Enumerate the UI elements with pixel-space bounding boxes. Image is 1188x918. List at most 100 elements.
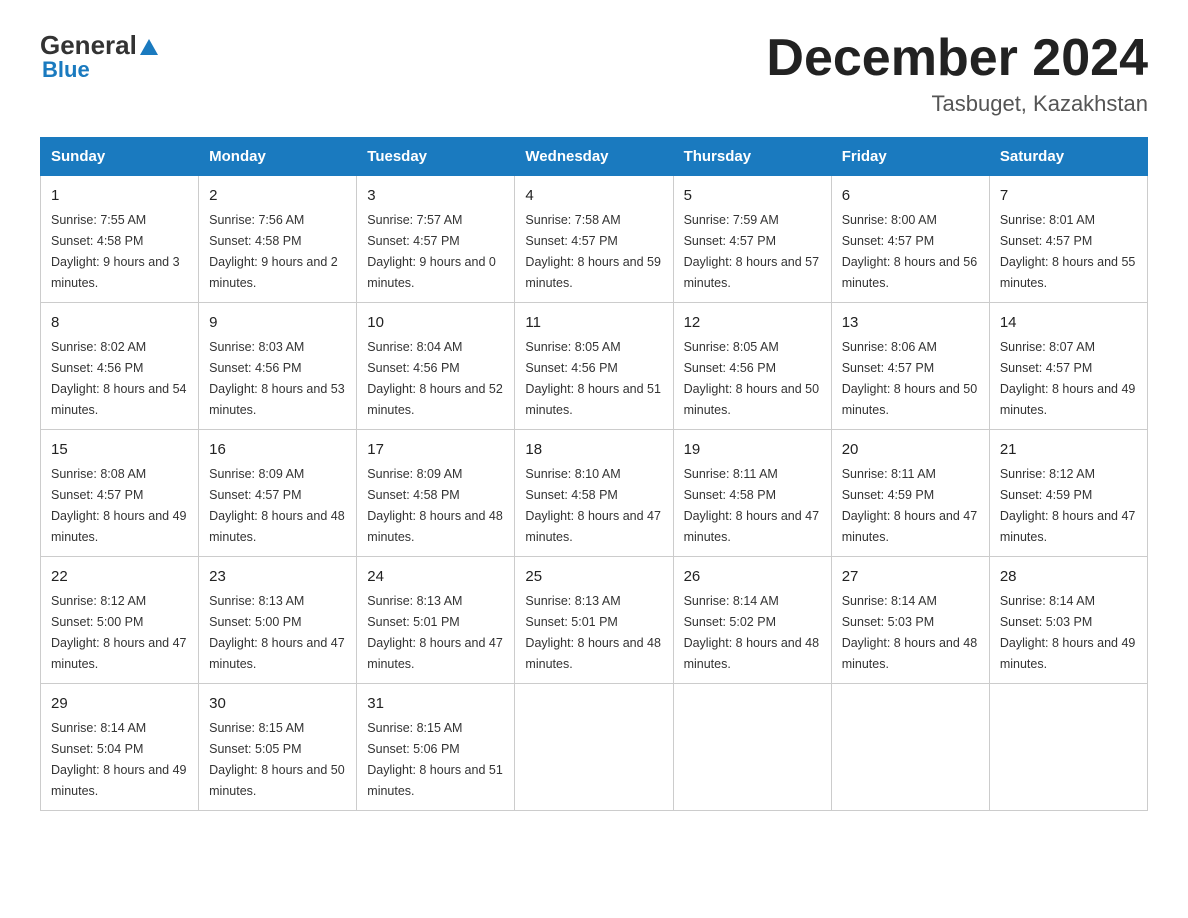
- day-number: 6: [842, 184, 979, 207]
- calendar-cell: 18Sunrise: 8:10 AMSunset: 4:58 PMDayligh…: [515, 430, 673, 557]
- day-info: Sunrise: 8:09 AMSunset: 4:57 PMDaylight:…: [209, 467, 345, 544]
- day-info: Sunrise: 8:11 AMSunset: 4:58 PMDaylight:…: [684, 467, 820, 544]
- day-info: Sunrise: 7:59 AMSunset: 4:57 PMDaylight:…: [684, 213, 820, 290]
- header-friday: Friday: [831, 138, 989, 176]
- calendar-header-row: SundayMondayTuesdayWednesdayThursdayFrid…: [41, 138, 1148, 176]
- calendar-cell: [673, 683, 831, 810]
- calendar-cell: 26 Sunrise: 8:14 AMSunset: 5:02 PMDayligh…: [673, 557, 831, 684]
- day-info: Sunrise: 7:57 AMSunset: 4:57 PMDaylight:…: [367, 213, 496, 290]
- logo: General Blue: [40, 30, 158, 83]
- week-row-5: 29 Sunrise: 8:14 AMSunset: 5:04 PMDayligh…: [41, 683, 1148, 810]
- day-number: 10: [367, 311, 504, 334]
- calendar-cell: 16 Sunrise: 8:09 AMSunset: 4:57 PMDayligh…: [199, 430, 357, 557]
- day-info: Sunrise: 8:07 AMSunset: 4:57 PMDaylight:…: [1000, 340, 1136, 417]
- header-wednesday: Wednesday: [515, 138, 673, 176]
- day-number: 24: [367, 565, 504, 588]
- day-number: 5: [684, 184, 821, 207]
- logo-triangle-icon: [140, 39, 158, 55]
- day-number: 14: [1000, 311, 1137, 334]
- day-number: 12: [684, 311, 821, 334]
- day-info: Sunrise: 7:55 AMSunset: 4:58 PMDaylight:…: [51, 213, 180, 290]
- calendar-cell: [989, 683, 1147, 810]
- header-thursday: Thursday: [673, 138, 831, 176]
- day-number: 16: [209, 438, 346, 461]
- day-info: Sunrise: 8:14 AMSunset: 5:03 PMDaylight:…: [842, 594, 978, 671]
- location-text: Tasbuget, Kazakhstan: [766, 91, 1148, 117]
- day-info: Sunrise: 8:01 AMSunset: 4:57 PMDaylight:…: [1000, 213, 1136, 290]
- calendar-cell: 22 Sunrise: 8:12 AMSunset: 5:00 PMDayligh…: [41, 557, 199, 684]
- day-info: Sunrise: 8:14 AMSunset: 5:02 PMDaylight:…: [684, 594, 820, 671]
- calendar-cell: 8 Sunrise: 8:02 AMSunset: 4:56 PMDaylight…: [41, 303, 199, 430]
- calendar-cell: 14 Sunrise: 8:07 AMSunset: 4:57 PMDayligh…: [989, 303, 1147, 430]
- day-info: Sunrise: 8:06 AMSunset: 4:57 PMDaylight:…: [842, 340, 978, 417]
- day-info: Sunrise: 8:10 AMSunset: 4:58 PMDaylight:…: [525, 467, 661, 544]
- calendar-cell: 21Sunrise: 8:12 AMSunset: 4:59 PMDayligh…: [989, 430, 1147, 557]
- calendar-cell: 30 Sunrise: 8:15 AMSunset: 5:05 PMDayligh…: [199, 683, 357, 810]
- day-number: 3: [367, 184, 504, 207]
- calendar-cell: 15Sunrise: 8:08 AMSunset: 4:57 PMDayligh…: [41, 430, 199, 557]
- calendar-cell: 20 Sunrise: 8:11 AMSunset: 4:59 PMDayligh…: [831, 430, 989, 557]
- calendar-cell: 12Sunrise: 8:05 AMSunset: 4:56 PMDayligh…: [673, 303, 831, 430]
- day-number: 20: [842, 438, 979, 461]
- day-info: Sunrise: 8:14 AMSunset: 5:04 PMDaylight:…: [51, 721, 187, 798]
- day-number: 26: [684, 565, 821, 588]
- calendar-cell: 13 Sunrise: 8:06 AMSunset: 4:57 PMDayligh…: [831, 303, 989, 430]
- day-number: 27: [842, 565, 979, 588]
- day-number: 31: [367, 692, 504, 715]
- day-info: Sunrise: 8:13 AMSunset: 5:00 PMDaylight:…: [209, 594, 345, 671]
- day-number: 30: [209, 692, 346, 715]
- month-title: December 2024: [766, 30, 1148, 87]
- day-info: Sunrise: 8:15 AMSunset: 5:05 PMDaylight:…: [209, 721, 345, 798]
- day-info: Sunrise: 8:12 AMSunset: 5:00 PMDaylight:…: [51, 594, 187, 671]
- day-info: Sunrise: 8:15 AMSunset: 5:06 PMDaylight:…: [367, 721, 503, 798]
- header-saturday: Saturday: [989, 138, 1147, 176]
- calendar-cell: 27 Sunrise: 8:14 AMSunset: 5:03 PMDayligh…: [831, 557, 989, 684]
- calendar-table: SundayMondayTuesdayWednesdayThursdayFrid…: [40, 137, 1148, 811]
- calendar-cell: 29 Sunrise: 8:14 AMSunset: 5:04 PMDayligh…: [41, 683, 199, 810]
- day-number: 22: [51, 565, 188, 588]
- calendar-cell: 31 Sunrise: 8:15 AMSunset: 5:06 PMDayligh…: [357, 683, 515, 810]
- calendar-cell: 19 Sunrise: 8:11 AMSunset: 4:58 PMDayligh…: [673, 430, 831, 557]
- day-number: 8: [51, 311, 188, 334]
- calendar-cell: 10 Sunrise: 8:04 AMSunset: 4:56 PMDayligh…: [357, 303, 515, 430]
- day-number: 2: [209, 184, 346, 207]
- calendar-cell: 6 Sunrise: 8:00 AMSunset: 4:57 PMDaylight…: [831, 176, 989, 303]
- week-row-3: 15Sunrise: 8:08 AMSunset: 4:57 PMDayligh…: [41, 430, 1148, 557]
- day-number: 13: [842, 311, 979, 334]
- calendar-cell: 5 Sunrise: 7:59 AMSunset: 4:57 PMDaylight…: [673, 176, 831, 303]
- day-number: 7: [1000, 184, 1137, 207]
- day-number: 15: [51, 438, 188, 461]
- day-info: Sunrise: 8:03 AMSunset: 4:56 PMDaylight:…: [209, 340, 345, 417]
- calendar-cell: 11 Sunrise: 8:05 AMSunset: 4:56 PMDayligh…: [515, 303, 673, 430]
- day-info: Sunrise: 8:09 AMSunset: 4:58 PMDaylight:…: [367, 467, 503, 544]
- day-info: Sunrise: 8:04 AMSunset: 4:56 PMDaylight:…: [367, 340, 503, 417]
- day-info: Sunrise: 8:00 AMSunset: 4:57 PMDaylight:…: [842, 213, 978, 290]
- day-number: 25: [525, 565, 662, 588]
- day-info: Sunrise: 8:02 AMSunset: 4:56 PMDaylight:…: [51, 340, 187, 417]
- day-info: Sunrise: 7:58 AMSunset: 4:57 PMDaylight:…: [525, 213, 661, 290]
- day-number: 1: [51, 184, 188, 207]
- day-number: 4: [525, 184, 662, 207]
- day-number: 11: [525, 311, 662, 334]
- day-number: 19: [684, 438, 821, 461]
- calendar-cell: 9 Sunrise: 8:03 AMSunset: 4:56 PMDaylight…: [199, 303, 357, 430]
- day-number: 23: [209, 565, 346, 588]
- header-monday: Monday: [199, 138, 357, 176]
- calendar-cell: 24Sunrise: 8:13 AMSunset: 5:01 PMDayligh…: [357, 557, 515, 684]
- week-row-4: 22 Sunrise: 8:12 AMSunset: 5:00 PMDayligh…: [41, 557, 1148, 684]
- header-sunday: Sunday: [41, 138, 199, 176]
- calendar-cell: 23 Sunrise: 8:13 AMSunset: 5:00 PMDayligh…: [199, 557, 357, 684]
- calendar-cell: [515, 683, 673, 810]
- calendar-cell: [831, 683, 989, 810]
- day-info: Sunrise: 8:05 AMSunset: 4:56 PMDaylight:…: [525, 340, 661, 417]
- calendar-cell: 28Sunrise: 8:14 AMSunset: 5:03 PMDayligh…: [989, 557, 1147, 684]
- calendar-cell: 2Sunrise: 7:56 AMSunset: 4:58 PMDaylight…: [199, 176, 357, 303]
- day-number: 17: [367, 438, 504, 461]
- calendar-cell: 25Sunrise: 8:13 AMSunset: 5:01 PMDayligh…: [515, 557, 673, 684]
- week-row-2: 8 Sunrise: 8:02 AMSunset: 4:56 PMDaylight…: [41, 303, 1148, 430]
- day-number: 29: [51, 692, 188, 715]
- day-number: 9: [209, 311, 346, 334]
- day-info: Sunrise: 8:12 AMSunset: 4:59 PMDaylight:…: [1000, 467, 1136, 544]
- calendar-cell: 17 Sunrise: 8:09 AMSunset: 4:58 PMDayligh…: [357, 430, 515, 557]
- day-info: Sunrise: 8:11 AMSunset: 4:59 PMDaylight:…: [842, 467, 978, 544]
